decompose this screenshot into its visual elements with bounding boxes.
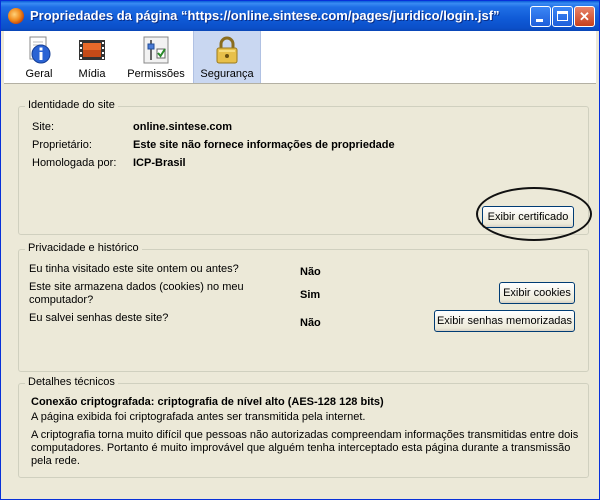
tab-seguranca[interactable]: Segurança [193, 31, 261, 83]
maximize-icon [557, 11, 568, 21]
site-label: Site: [32, 121, 55, 133]
cookies-answer: Sim [300, 289, 321, 301]
visited-question: Eu tinha visitado este site ontem ou ant… [29, 263, 239, 275]
owner-value: Este site não fornece informações de pro… [133, 139, 395, 151]
tab-geral-label: Geral [25, 68, 53, 80]
minimize-icon [536, 19, 543, 22]
encryption-paragraph-line3: pela rede. [31, 455, 80, 467]
minimize-button[interactable] [530, 6, 551, 27]
view-cookies-button[interactable]: Exibir cookies [499, 282, 575, 304]
tab-permissoes[interactable]: Permissões [122, 31, 190, 83]
passwords-answer: Não [300, 317, 321, 329]
tab-midia[interactable]: Mídia [68, 31, 116, 83]
encryption-paragraph-line2: computadores. Portanto é muito improváve… [31, 442, 571, 454]
tab-permissoes-label: Permissões [127, 68, 185, 80]
media-icon [79, 40, 105, 60]
close-button[interactable]: ✕ [574, 6, 595, 27]
cookies-question-line1: Este site armazena dados (cookies) no me… [29, 281, 244, 293]
encryption-paragraph-line1: A criptografia torna muito difícil que p… [31, 429, 579, 441]
tab-seguranca-label: Segurança [200, 68, 254, 80]
privacy-history-title: Privacidade e histórico [25, 242, 142, 254]
firefox-icon [8, 8, 24, 24]
tab-toolbar: Geral Mídia Permissões Segurança [4, 31, 596, 84]
encrypted-note: A página exibida foi criptografada antes… [31, 411, 366, 423]
technical-details-group: Detalhes técnicos Conexão criptografada:… [18, 376, 589, 478]
tab-midia-label: Mídia [78, 68, 106, 80]
connection-headline: Conexão criptografada: criptografia de n… [31, 396, 384, 408]
site-identity-title: Identidade do site [25, 99, 118, 111]
owner-label: Proprietário: [32, 139, 92, 151]
verified-by-value: ICP-Brasil [133, 157, 186, 169]
site-value: online.sintese.com [133, 121, 233, 133]
view-saved-passwords-button[interactable]: Exibir senhas memorizadas [434, 310, 575, 332]
technical-details-title: Detalhes técnicos [25, 376, 118, 388]
page-properties-window: Propriedades da página “https://online.s… [0, 0, 600, 500]
info-icon [29, 36, 51, 64]
tab-geral[interactable]: Geral [14, 31, 64, 83]
padlock-icon [216, 36, 238, 64]
security-panel: Identidade do site Site: online.sintese.… [5, 89, 595, 496]
title-bar[interactable]: Propriedades da página “https://online.s… [1, 1, 599, 31]
close-icon: ✕ [579, 9, 590, 24]
cookies-question-line2: computador? [29, 294, 94, 306]
verified-by-label: Homologada por: [32, 157, 117, 169]
highlight-ellipse [476, 187, 592, 241]
maximize-button[interactable] [552, 6, 573, 27]
visited-answer: Não [300, 266, 321, 278]
passwords-question: Eu salvei senhas deste site? [29, 312, 169, 324]
permissions-icon [143, 36, 169, 64]
window-title: Propriedades da página “https://online.s… [30, 8, 500, 23]
privacy-history-group: Privacidade e histórico Eu tinha visitad… [18, 242, 589, 372]
